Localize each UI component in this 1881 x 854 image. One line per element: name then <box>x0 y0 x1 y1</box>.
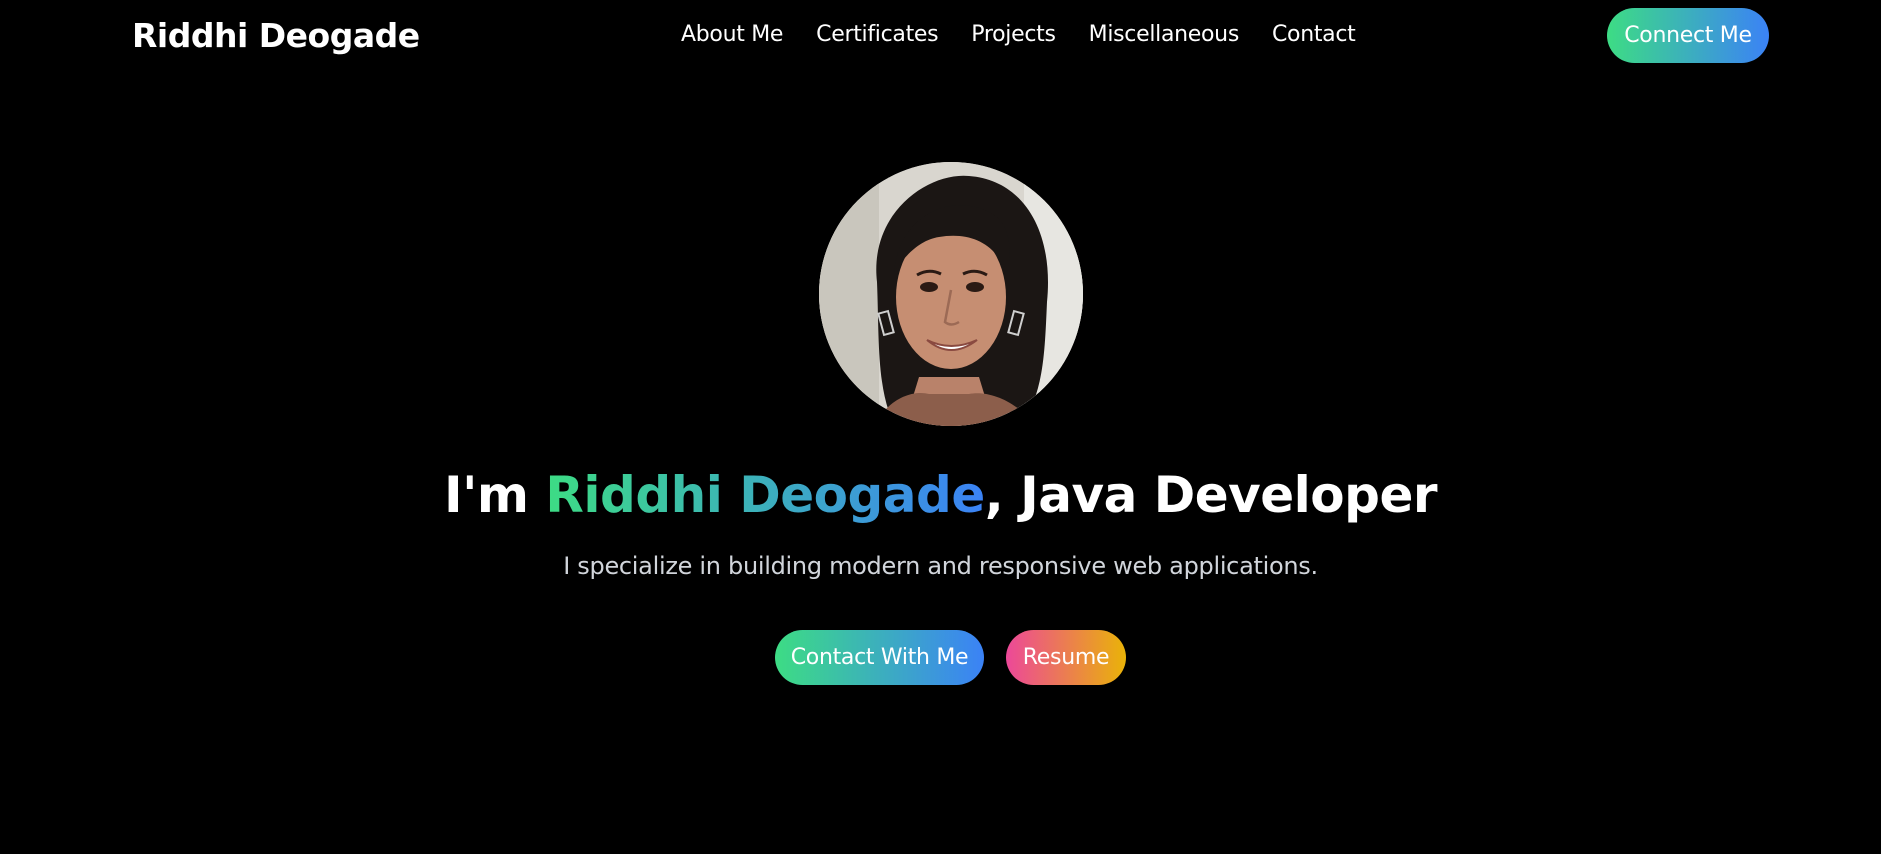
nav-link-miscellaneous[interactable]: Miscellaneous <box>1089 22 1240 47</box>
profile-photo-icon <box>819 162 1083 426</box>
headline-suffix: , Java Developer <box>984 466 1438 524</box>
nav-link-projects[interactable]: Projects <box>971 22 1056 47</box>
navbar: Riddhi Deogade About Me Certificates Pro… <box>0 0 1881 74</box>
connect-me-button[interactable]: Connect Me <box>1607 8 1769 63</box>
headline-prefix: I'm <box>443 466 546 524</box>
hero-headline: I'm Riddhi Deogade, Java Developer <box>0 466 1881 524</box>
page: Riddhi Deogade About Me Certificates Pro… <box>0 0 1881 854</box>
nav-links: About Me Certificates Projects Miscellan… <box>681 22 1356 47</box>
nav-link-about-me[interactable]: About Me <box>681 22 783 47</box>
headline-name: Riddhi Deogade <box>545 466 985 524</box>
site-logo[interactable]: Riddhi Deogade <box>132 16 420 55</box>
hero-actions: Contact With Me Resume <box>775 630 1126 685</box>
hero-subtitle: I specialize in building modern and resp… <box>563 552 1318 580</box>
contact-with-me-button[interactable]: Contact With Me <box>775 630 984 685</box>
profile-avatar <box>819 162 1083 426</box>
nav-link-contact[interactable]: Contact <box>1272 22 1356 47</box>
resume-button[interactable]: Resume <box>1006 630 1126 685</box>
nav-link-certificates[interactable]: Certificates <box>816 22 938 47</box>
